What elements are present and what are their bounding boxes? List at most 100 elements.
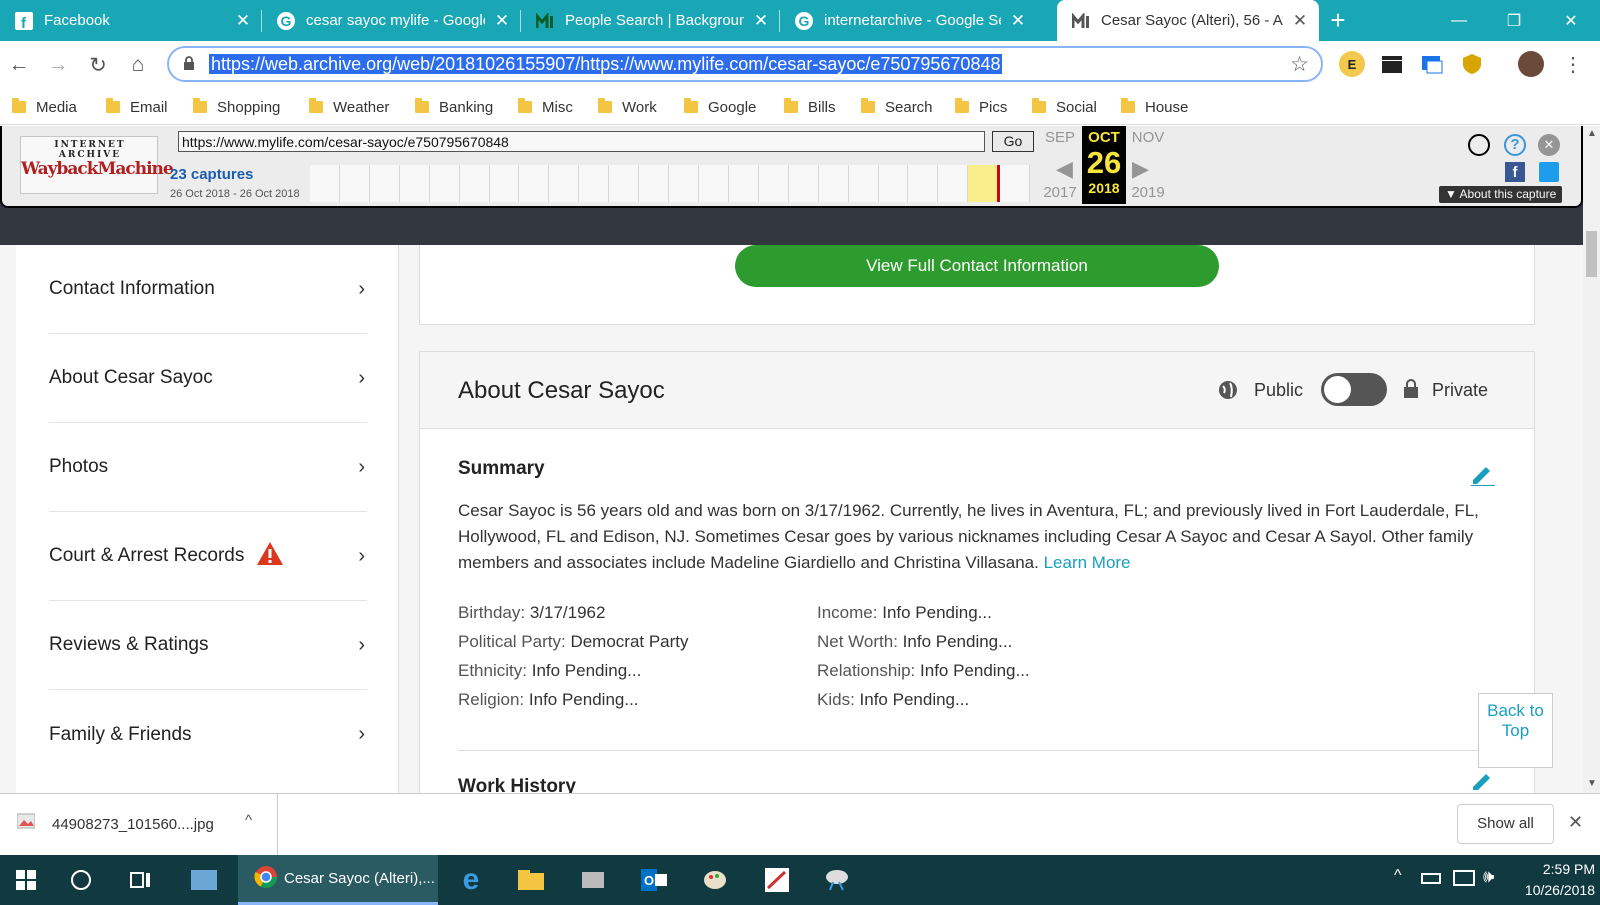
task-view-icon[interactable] [115, 855, 167, 905]
close-tab-icon[interactable]: ✕ [493, 11, 511, 31]
wayback-about-capture[interactable]: ▼ About this capture [1439, 186, 1563, 203]
bookmark-email[interactable]: Email [106, 95, 168, 119]
scrollbar-thumb[interactable] [1586, 231, 1597, 277]
sidebar-item-about[interactable]: About Cesar Sayoc › [49, 334, 367, 423]
close-download-bar-icon[interactable]: ✕ [1568, 812, 1583, 833]
bookmark-house[interactable]: House [1121, 95, 1188, 119]
wayback-prev-year[interactable]: 2017 [1038, 184, 1082, 201]
wayback-next-arrow-icon[interactable]: ▶ [1132, 156, 1149, 182]
sidebar-item-family-friends[interactable]: Family & Friends › [49, 690, 367, 779]
scroll-up-icon[interactable]: ▲ [1587, 128, 1597, 139]
wayback-prev-month[interactable]: SEP [1038, 129, 1082, 146]
menu-icon[interactable]: ⋮ [1560, 51, 1586, 77]
wayback-logo[interactable]: INTERNET ARCHIVE WaybackMachine [20, 136, 174, 194]
bookmark-work[interactable]: Work [598, 95, 657, 119]
edit-pencil-icon[interactable] [1470, 770, 1496, 793]
bookmark-social[interactable]: Social [1032, 95, 1097, 119]
extension-clapper-icon[interactable] [1379, 51, 1405, 77]
address-url[interactable]: https://web.archive.org/web/201810261559… [209, 54, 1003, 74]
home-icon[interactable]: ⌂ [123, 50, 153, 80]
bookmark-shopping[interactable]: Shopping [193, 95, 280, 119]
view-full-contact-button[interactable]: View Full Contact Information [735, 245, 1219, 287]
extension-translate-icon[interactable] [1419, 51, 1445, 77]
battery-icon[interactable] [1421, 873, 1441, 884]
close-tab-icon[interactable]: ✕ [752, 11, 770, 31]
window-close-button[interactable]: ✕ [1542, 0, 1600, 41]
private-label: Private [1432, 380, 1489, 400]
tab-people-search[interactable]: People Search | Background ✕ [521, 0, 780, 41]
tab-facebook[interactable]: f Facebook ✕ [0, 0, 262, 41]
app-icon-3[interactable] [752, 855, 804, 905]
windows-start-icon[interactable] [0, 855, 52, 905]
facebook-share-icon[interactable]: f [1505, 162, 1525, 182]
privacy-toggle[interactable] [1321, 373, 1387, 406]
bookmark-label: Banking [439, 98, 494, 116]
summary-body: Cesar Sayoc is 56 years old and was born… [458, 501, 1479, 572]
snipping-tool-icon[interactable] [812, 855, 864, 905]
bookmark-google[interactable]: Google [684, 95, 756, 119]
sidebar-item-contact-information[interactable]: Contact Information › [49, 245, 367, 334]
tray-chevron-up-icon[interactable]: ^ [1394, 867, 1402, 885]
clock-date[interactable]: 10/26/2018 [1505, 882, 1595, 898]
bookmark-media[interactable]: Media [12, 95, 77, 119]
file-explorer-icon[interactable] [505, 855, 557, 905]
chevron-right-icon: › [358, 455, 365, 478]
tab-google-search[interactable]: G cesar sayoc mylife - Google ✕ [262, 0, 521, 41]
wayback-sparkline[interactable] [310, 165, 1031, 202]
restore-button[interactable]: ❐ [1485, 0, 1543, 41]
edit-pencil-icon[interactable] [1470, 460, 1496, 491]
show-all-button[interactable]: Show all [1457, 804, 1554, 844]
bookmark-bills[interactable]: Bills [784, 95, 836, 119]
bookmark-star-icon[interactable]: ☆ [1290, 52, 1309, 77]
wayback-go-button[interactable]: Go [992, 131, 1034, 152]
forward-icon[interactable]: → [43, 50, 73, 80]
bookmark-search[interactable]: Search [861, 95, 933, 119]
chevron-up-icon[interactable]: ^ [245, 812, 252, 829]
network-icon[interactable] [1453, 870, 1475, 886]
sidebar-item-court-records[interactable]: Court & Arrest Records › [49, 512, 367, 601]
wayback-prev-arrow-icon[interactable]: ◀ [1056, 156, 1073, 182]
extension-e-icon[interactable]: E [1339, 51, 1365, 77]
wayback-next-month[interactable]: NOV [1126, 129, 1170, 146]
app-icon-1[interactable] [178, 855, 230, 905]
bookmark-pics[interactable]: Pics [955, 95, 1007, 119]
paint-icon[interactable] [690, 855, 742, 905]
back-to-top-button[interactable]: Back to Top [1478, 693, 1553, 768]
profile-avatar[interactable] [1518, 51, 1544, 77]
wayback-close-icon[interactable]: ✕ [1538, 134, 1560, 156]
close-tab-icon[interactable]: ✕ [1291, 11, 1309, 31]
volume-icon[interactable]: 🕪 [1483, 866, 1494, 887]
extension-shield-icon[interactable] [1459, 51, 1485, 77]
clock-time[interactable]: 2:59 PM [1515, 861, 1595, 877]
sidebar-item-photos[interactable]: Photos › [49, 423, 367, 512]
bookmark-banking[interactable]: Banking [415, 95, 493, 119]
download-item[interactable]: 44908273_101560....jpg ^ [0, 794, 278, 856]
edge-icon[interactable]: e [445, 855, 497, 905]
bookmark-misc[interactable]: Misc [518, 95, 573, 119]
outlook-icon[interactable]: O [628, 855, 680, 905]
close-tab-icon[interactable]: ✕ [234, 11, 252, 31]
app-icon-2[interactable] [567, 855, 619, 905]
wayback-url-input[interactable] [178, 131, 985, 152]
tab-cesar-sayoc[interactable]: Cesar Sayoc (Alteri), 56 - Av ✕ [1057, 0, 1319, 41]
new-tab-button[interactable]: + [1318, 0, 1358, 41]
reload-icon[interactable]: ↻ [83, 50, 113, 80]
close-tab-icon[interactable]: ✕ [1009, 11, 1027, 31]
bookmark-weather[interactable]: Weather [309, 95, 389, 119]
chevron-right-icon: › [358, 633, 365, 656]
learn-more-link[interactable]: Learn More [1044, 553, 1131, 572]
wayback-account-icon[interactable] [1468, 134, 1490, 156]
twitter-share-icon[interactable] [1539, 162, 1559, 182]
chrome-taskbar-button[interactable]: Cesar Sayoc (Alteri),... [238, 855, 438, 905]
wayback-captures-link[interactable]: 23 captures [170, 166, 253, 183]
minimize-button[interactable]: — [1430, 0, 1488, 41]
address-bar[interactable]: https://web.archive.org/web/201810261559… [167, 46, 1323, 82]
back-icon[interactable]: ← [4, 50, 34, 80]
tab-internetarchive-search[interactable]: G internetarchive - Google Se ✕ [780, 0, 1037, 41]
cortana-search-icon[interactable] [55, 855, 107, 905]
scroll-down-icon[interactable]: ▼ [1587, 778, 1597, 789]
wayback-help-icon[interactable]: ? [1504, 134, 1526, 156]
page-scrollbar[interactable]: ▲ ▼ [1583, 126, 1600, 793]
sidebar-item-reviews[interactable]: Reviews & Ratings › [49, 601, 367, 690]
wayback-next-year[interactable]: 2019 [1126, 184, 1170, 201]
